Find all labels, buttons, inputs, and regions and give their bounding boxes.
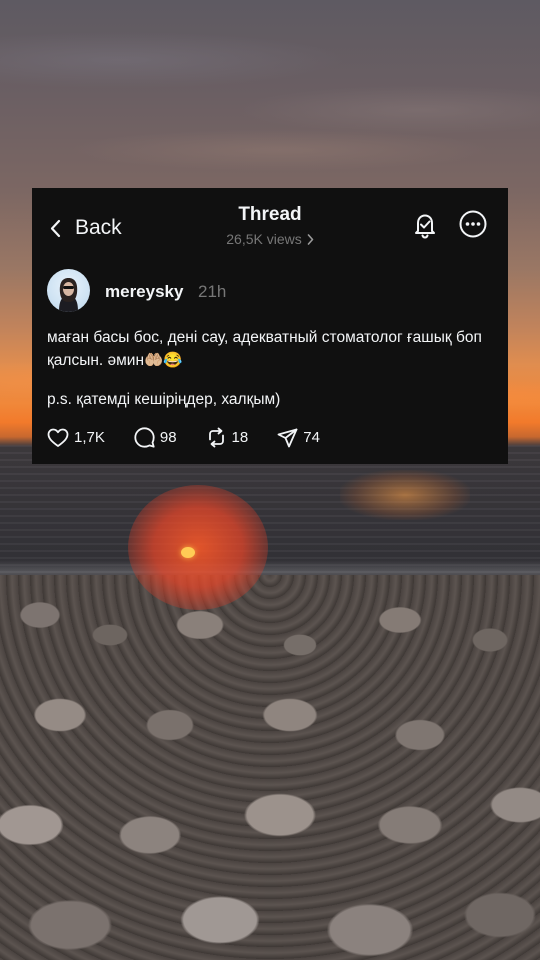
views-count: 26,5K views	[226, 231, 302, 247]
shares-count: 74	[303, 429, 320, 446]
post-ps-text: p.s. қатемді кешіріңдер, халқым)	[47, 391, 281, 408]
comment-icon	[134, 427, 155, 448]
lens-flare-dot	[181, 547, 195, 558]
likes-count: 1,7K	[74, 429, 105, 446]
heart-icon	[47, 428, 69, 447]
repost-button[interactable]: 18	[206, 427, 249, 448]
share-button[interactable]: 74	[277, 428, 320, 448]
chevron-right-icon	[307, 233, 314, 245]
sun-reflection	[340, 470, 470, 520]
reply-button[interactable]: 98	[134, 427, 177, 448]
pebble-beach	[0, 575, 540, 960]
send-icon	[277, 428, 298, 447]
background-photo: Back Thread 26,5K views mereysky 21h мағ…	[0, 0, 540, 960]
post-text: маған басы бос, дені сау, адекватный сто…	[47, 329, 482, 369]
lens-flare	[128, 485, 268, 610]
action-bar: 1,7K 98 18 74	[47, 427, 349, 448]
like-button[interactable]: 1,7K	[47, 428, 105, 448]
username[interactable]: mereysky	[105, 282, 183, 302]
bell-icon[interactable]	[410, 210, 440, 240]
repost-icon	[208, 427, 224, 448]
more-icon[interactable]	[458, 209, 488, 239]
views-link[interactable]: 26,5K views	[226, 231, 314, 247]
post-time: 21h	[198, 282, 227, 301]
thread-card: Back Thread 26,5K views mereysky 21h мағ…	[32, 188, 508, 464]
replies-count: 98	[159, 429, 177, 446]
reposts-count: 18	[231, 429, 249, 446]
avatar-photo	[59, 278, 78, 312]
avatar[interactable]	[47, 269, 90, 312]
